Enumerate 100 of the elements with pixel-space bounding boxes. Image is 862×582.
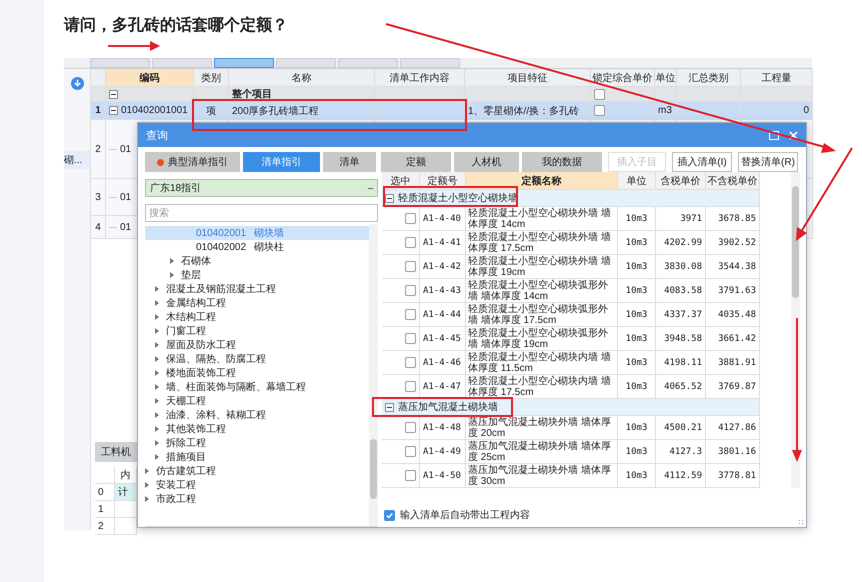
tree-item[interactable]: 门窗工程: [145, 324, 369, 338]
checkbox[interactable]: [405, 261, 416, 272]
collapse-icon[interactable]: [385, 402, 394, 412]
column-header[interactable]: 单位: [618, 172, 656, 190]
caret-right-icon[interactable]: [155, 356, 159, 362]
auto-fill-checkbox[interactable]: 输入清单后自动带出工程内容: [382, 503, 800, 527]
tree-item[interactable]: 墙、柱面装饰与隔断、幕墙工程: [145, 380, 369, 394]
tab[interactable]: 我的数据: [522, 152, 602, 172]
table-cell: A1-4-49: [420, 440, 466, 464]
caret-right-icon[interactable]: [155, 426, 159, 432]
tree-item[interactable]: 油漆、涂料、裱糊工程: [145, 408, 369, 422]
maximize-icon[interactable]: [769, 130, 779, 140]
table-cell: 4127.3: [656, 440, 706, 464]
tree-item[interactable]: 仿古建筑工程: [145, 464, 369, 478]
table-cell: 3544.38: [706, 255, 760, 279]
column-header[interactable]: 不含税单价: [706, 172, 760, 190]
column-header[interactable]: 编码: [106, 69, 194, 87]
row-number: 2: [95, 518, 115, 535]
tree-item[interactable]: 010402002 砌块柱: [145, 240, 369, 254]
collapse-icon[interactable]: [109, 106, 118, 115]
table-cell: 200厚多孔砖墙工程: [229, 102, 375, 120]
checkbox[interactable]: [405, 446, 416, 457]
checkbox[interactable]: [405, 309, 416, 320]
caret-right-icon[interactable]: [155, 300, 159, 306]
checkbox[interactable]: [405, 213, 416, 224]
column-header[interactable]: 清单工作内容: [375, 69, 465, 87]
tree-item[interactable]: 混凝土及钢筋混凝土工程: [145, 282, 369, 296]
tree-item[interactable]: 垫层: [145, 268, 369, 282]
tree-item[interactable]: 市政工程: [145, 492, 369, 506]
group-row[interactable]: 蒸压加气混凝土砌块墙: [382, 399, 760, 416]
caret-right-icon[interactable]: [155, 398, 159, 404]
checkbox[interactable]: [594, 105, 605, 116]
table-cell: [741, 87, 813, 102]
caret-right-icon[interactable]: [170, 272, 174, 278]
tree-item[interactable]: 天棚工程: [145, 394, 369, 408]
column-header[interactable]: 含税单价: [656, 172, 706, 190]
table-cell: 10m3: [618, 416, 656, 440]
table-cell: 4035.48: [706, 303, 760, 327]
caret-right-icon[interactable]: [155, 286, 159, 292]
caret-right-icon[interactable]: [155, 314, 159, 320]
caret-right-icon[interactable]: [155, 440, 159, 446]
caret-right-icon[interactable]: [155, 384, 159, 390]
tab[interactable]: 人材机: [454, 152, 519, 172]
column-header[interactable]: 汇总类别: [677, 69, 741, 87]
scrollbar[interactable]: [369, 224, 378, 526]
tree-item[interactable]: 楼地面装饰工程: [145, 366, 369, 380]
checkbox[interactable]: [594, 88, 605, 100]
tree-item[interactable]: 木结构工程: [145, 310, 369, 324]
download-icon[interactable]: [70, 77, 84, 90]
column-header[interactable]: 类别: [194, 69, 229, 87]
checkbox[interactable]: [405, 381, 416, 392]
caret-right-icon[interactable]: [145, 468, 149, 474]
caret-right-icon[interactable]: [155, 342, 159, 348]
table-cell: A1-4-48: [420, 416, 466, 440]
column-header[interactable]: 名称: [229, 69, 375, 87]
column-header[interactable]: 单位: [655, 69, 677, 87]
dropdown[interactable]: 广东18指引: [145, 179, 378, 197]
column-header[interactable]: 项目特征: [465, 69, 591, 87]
table-cell: 01: [120, 222, 132, 232]
tree-item[interactable]: 其他装饰工程: [145, 422, 369, 436]
caret-right-icon[interactable]: [155, 412, 159, 418]
checkbox[interactable]: [405, 422, 416, 433]
dialog-title: 查询: [146, 128, 168, 142]
collapse-icon[interactable]: [385, 194, 394, 202]
table-cell: 4202.99: [656, 231, 706, 255]
tree-item[interactable]: 金属结构工程: [145, 296, 369, 310]
checkbox[interactable]: [405, 470, 416, 481]
tree-item[interactable]: 屋面及防水工程: [145, 338, 369, 352]
search-field[interactable]: 搜索: [145, 204, 378, 222]
table-cell: [677, 87, 741, 102]
row-number: 4: [91, 216, 106, 239]
caret-right-icon[interactable]: [155, 370, 159, 376]
tree-item[interactable]: 安装工程: [145, 478, 369, 492]
table-cell: 蒸压加气混凝土砌块外墙 墙体厚度 25cm: [466, 440, 618, 464]
column-header[interactable]: 锁定综合单价: [591, 69, 655, 87]
tab[interactable]: 工料机: [95, 442, 137, 462]
checkbox[interactable]: [405, 357, 416, 368]
tree-item[interactable]: 保温、隔热、防腐工程: [145, 352, 369, 366]
caret-right-icon[interactable]: [145, 482, 149, 488]
caret-right-icon[interactable]: [155, 454, 159, 460]
tab[interactable]: 定额: [381, 152, 451, 172]
checkbox[interactable]: [405, 237, 416, 248]
caret-right-icon[interactable]: [170, 258, 174, 264]
column-header[interactable]: 工程量: [741, 69, 813, 87]
collapse-icon[interactable]: [109, 90, 118, 98]
caret-right-icon[interactable]: [145, 496, 149, 502]
checkbox[interactable]: [384, 510, 395, 520]
caret-right-icon[interactable]: [155, 328, 159, 334]
tree-item[interactable]: 措施项目: [145, 450, 369, 464]
insert-list-button[interactable]: 插入清单(I): [672, 152, 732, 172]
tab[interactable]: 典型清单指引: [145, 152, 240, 172]
tab[interactable]: 清单: [323, 152, 376, 172]
replace-list-button[interactable]: 替换清单(R): [738, 152, 798, 172]
checkbox[interactable]: [405, 285, 416, 296]
checkbox[interactable]: [405, 333, 416, 344]
side-item[interactable]: 砌...: [64, 151, 90, 169]
close-icon[interactable]: [789, 128, 798, 142]
tree-item[interactable]: 拆除工程: [145, 436, 369, 450]
column-header[interactable]: 定额名称: [466, 172, 618, 190]
tree-item[interactable]: 石砌体: [145, 254, 369, 268]
